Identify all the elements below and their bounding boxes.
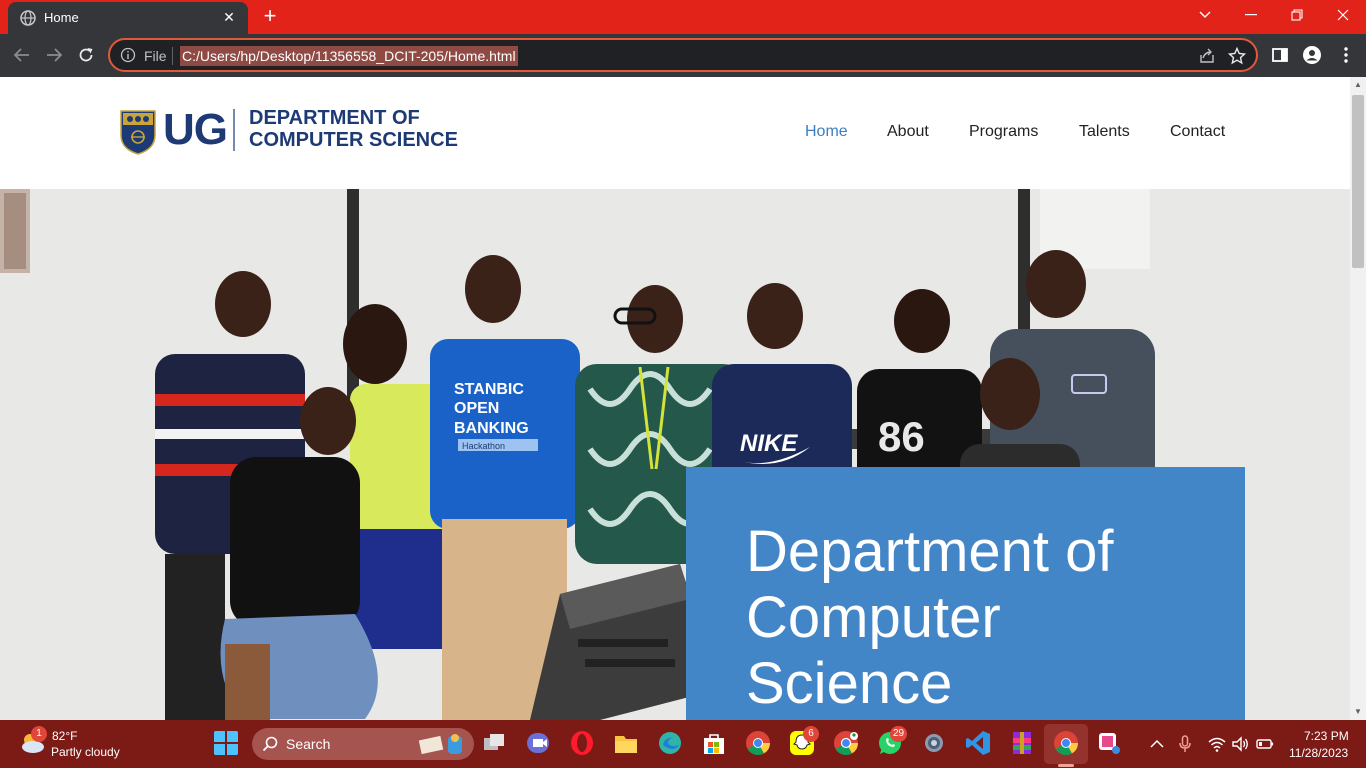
tab-search-chevron-down-icon[interactable] <box>1182 0 1228 30</box>
hero-section: STANBIC OPEN BANKING Hackathon NIKE 86 D… <box>0 189 1350 720</box>
tab-strip: Home ✕ + <box>0 0 1366 34</box>
star-icon[interactable] <box>1228 47 1246 65</box>
scrollbar-thumb[interactable] <box>1352 95 1364 268</box>
address-bar[interactable]: File C:/Users/hp/Desktop/11356558_DCIT-2… <box>108 38 1258 72</box>
volume-icon[interactable] <box>1231 735 1249 753</box>
stanbic-shirt-text-2: OPEN <box>454 400 499 417</box>
logo-line-1: DEPARTMENT OF <box>249 107 420 129</box>
stanbic-shirt-text-1: STANBIC <box>454 381 524 398</box>
windows-taskbar: 1 82°F Partly cloudy Search 6 29 7:23 PM… <box>0 720 1366 768</box>
logo-mark: UG <box>163 105 228 154</box>
tab-title: Home <box>44 10 79 25</box>
window-close-icon[interactable] <box>1320 0 1366 30</box>
forward-icon[interactable] <box>42 43 66 67</box>
hero-title: Department of Computer Science <box>746 519 1114 716</box>
share-icon[interactable] <box>1198 47 1216 65</box>
active-app-indicator <box>1058 764 1074 767</box>
stanbic-shirt-text-4: Hackathon <box>462 441 505 451</box>
clock-date: 11/28/2023 <box>1289 746 1349 760</box>
nav-talents[interactable]: Talents <box>1079 123 1130 141</box>
weather-description: Partly cloudy <box>51 745 120 759</box>
microsoft-store-icon[interactable] <box>701 730 727 756</box>
logo-wordmark: DEPARTMENT OF COMPUTER SCIENCE <box>249 107 458 151</box>
task-view-icon[interactable] <box>481 730 507 756</box>
site-logo[interactable]: UG DEPARTMENT OF COMPUTER SCIENCE <box>119 105 479 157</box>
taskbar-search[interactable]: Search <box>252 728 474 760</box>
jersey-number-text: 86 <box>878 413 925 460</box>
reload-icon[interactable] <box>74 43 98 67</box>
vscode-icon[interactable] <box>965 730 991 756</box>
search-highlight-art-icon <box>418 734 462 755</box>
settings-gear-icon[interactable] <box>921 730 947 756</box>
wifi-icon[interactable] <box>1208 735 1226 753</box>
edge-icon[interactable] <box>657 730 683 756</box>
opera-icon[interactable] <box>569 730 595 756</box>
nav-contact[interactable]: Contact <box>1170 123 1225 141</box>
scroll-up-arrow-icon[interactable]: ▲ <box>1353 80 1363 90</box>
chevron-up-icon[interactable] <box>1148 735 1166 753</box>
weather-badge: 1 <box>31 726 47 742</box>
browser-tab-home[interactable]: Home ✕ <box>8 2 248 34</box>
file-explorer-icon[interactable] <box>613 730 639 756</box>
nav-home[interactable]: Home <box>805 123 848 141</box>
nav-about[interactable]: About <box>887 123 929 141</box>
nike-shirt-text: NIKE <box>740 430 798 457</box>
side-panel-icon[interactable] <box>1270 45 1290 65</box>
ug-crest-logo <box>120 110 156 155</box>
kebab-menu-icon[interactable] <box>1336 45 1356 65</box>
snapchat-badge: 6 <box>803 726 819 742</box>
chrome-active-icon[interactable] <box>1053 730 1079 756</box>
web-page: UG DEPARTMENT OF COMPUTER SCIENCE Home A… <box>0 77 1350 720</box>
page-scrollbar[interactable]: ▲ ▼ <box>1350 77 1366 720</box>
new-tab-plus-icon[interactable]: + <box>259 4 281 28</box>
info-icon[interactable] <box>120 47 136 63</box>
url-text[interactable]: C:/Users/hp/Desktop/11356558_DCIT-205/Ho… <box>180 46 518 66</box>
logo-line-2: COMPUTER SCIENCE <box>249 129 458 151</box>
browser-toolbar: File C:/Users/hp/Desktop/11356558_DCIT-2… <box>0 34 1366 77</box>
hero-title-panel: Department of Computer Science <box>686 467 1245 720</box>
whatsapp-badge: 29 <box>890 726 908 742</box>
search-icon <box>262 736 278 752</box>
battery-icon[interactable] <box>1256 735 1274 753</box>
back-icon[interactable] <box>10 43 34 67</box>
chrome-profile-icon[interactable] <box>833 730 859 756</box>
omnibox-divider <box>172 47 173 65</box>
profile-icon[interactable] <box>1302 45 1322 65</box>
search-label: Search <box>286 736 331 752</box>
globe-icon <box>20 10 36 26</box>
minimize-icon[interactable] <box>1228 0 1274 30</box>
stanbic-shirt-text-3: BANKING <box>454 420 529 437</box>
chrome-icon[interactable] <box>745 730 771 756</box>
scheme-label: File <box>144 48 167 64</box>
clock-time: 7:23 PM <box>1304 729 1349 743</box>
teams-chat-icon[interactable] <box>525 730 551 756</box>
weather-temp: 82°F <box>52 729 78 743</box>
site-header: UG DEPARTMENT OF COMPUTER SCIENCE Home A… <box>0 77 1350 189</box>
winrar-icon[interactable] <box>1009 730 1035 756</box>
microphone-icon[interactable] <box>1176 735 1194 753</box>
windows-start-icon[interactable] <box>213 730 239 756</box>
snipping-tool-icon[interactable] <box>1096 730 1122 756</box>
scroll-down-arrow-icon[interactable]: ▼ <box>1353 707 1363 717</box>
logo-divider <box>233 109 235 151</box>
restore-icon[interactable] <box>1274 0 1320 30</box>
tab-close-icon[interactable]: ✕ <box>220 8 238 26</box>
nav-programs[interactable]: Programs <box>969 123 1038 141</box>
